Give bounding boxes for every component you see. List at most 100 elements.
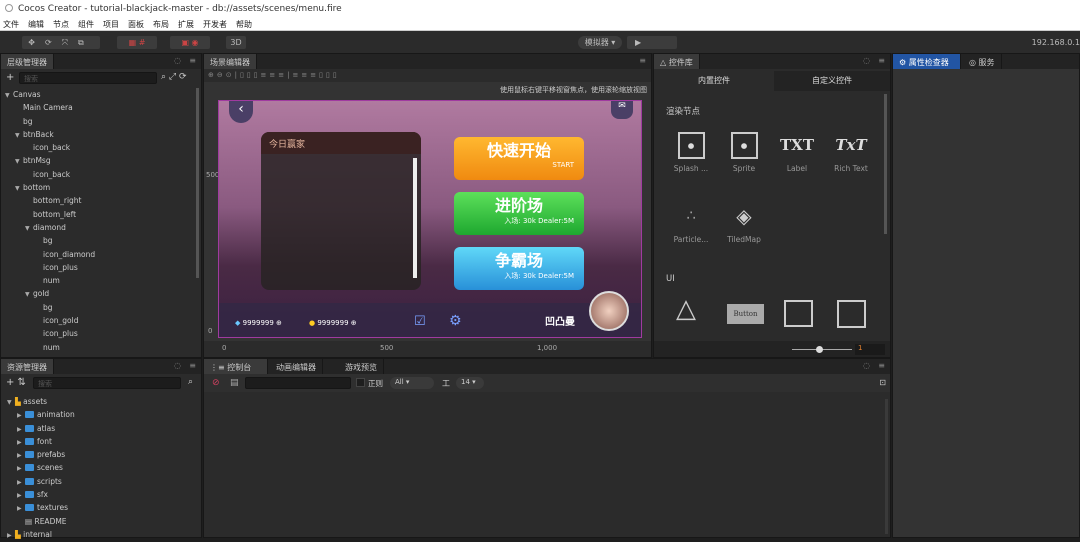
menu-layout[interactable]: 布局 [153,19,169,30]
gold-counter[interactable]: ● 9999999 ⊕ [309,319,357,327]
menu-node[interactable]: 节点 [53,19,69,30]
search-icon[interactable]: ⌕ [188,377,193,387]
tab-assets[interactable]: 资源管理器 [1,359,54,374]
font-size-select[interactable]: 14 ▾ [456,377,484,389]
refresh-icon[interactable]: ◌ [174,361,181,370]
expand-arrow-icon[interactable]: ▶ [17,462,25,475]
component-tiledmap[interactable]: ◈ TiledMap [719,197,769,244]
component-particle[interactable]: ∴ Particle... [666,197,716,244]
tab-hierarchy[interactable]: 层级管理器 [1,54,54,69]
play-button[interactable]: ▶ [627,36,677,49]
component-label[interactable]: TXT Label [772,126,822,173]
settings-gear-icon[interactable]: ⚙ [449,313,462,329]
transform-tools[interactable]: ✥⟳⤧⧉ [22,36,100,49]
diamond-counter[interactable]: ◆ 9999999 ⊕ [235,319,282,327]
gizmo-tools[interactable]: ▣ ◉ [170,36,210,49]
tab-console[interactable]: ⋮≡ 控制台 [204,359,268,374]
console-filter-input[interactable] [245,377,351,389]
tree-node[interactable]: bg [5,115,95,128]
simulator-select[interactable]: 模拟器 ▾ [578,36,622,49]
component-splash[interactable]: ● Splash ... [666,126,716,173]
advanced-room-button[interactable]: 进阶场 入场: 30k Dealer:5M [454,192,584,235]
expand-arrow-icon[interactable]: ▶ [17,502,25,515]
back-button[interactable]: ‹ [229,101,253,123]
menu-icon[interactable]: ≡ [878,361,885,370]
tasks-icon[interactable]: ☑ [414,314,426,329]
menu-icon[interactable]: ≡ [189,56,196,65]
menu-component[interactable]: 组件 [78,19,94,30]
menu-help[interactable]: 帮助 [236,19,252,30]
tab-animation-editor[interactable]: 动画编辑器 [270,359,323,374]
tree-node[interactable]: icon_plus [5,327,95,340]
scrollbar[interactable] [413,158,417,278]
menu-project[interactable]: 项目 [103,19,119,30]
tree-node[interactable]: bg [5,301,95,314]
refresh-icon[interactable]: ◌ [863,361,870,370]
search-icon[interactable]: ⌕ ⤢ ⟳ [161,72,187,82]
tab-scene[interactable]: 场景编辑器 [204,54,257,69]
tree-node[interactable]: ▼ bottom [5,181,95,194]
settings-icon[interactable]: ⊡ [879,378,886,387]
tree-node[interactable]: ▼ Canvas [5,88,95,101]
asset-item[interactable]: ▶ sfx [7,488,197,501]
scrollbar[interactable] [885,399,888,534]
menu-file[interactable]: 文件 [3,19,19,30]
expand-arrow-icon[interactable]: ▶ [17,449,25,462]
tree-node[interactable]: icon_back [5,168,95,181]
tab-builtin[interactable]: 内置控件 [654,71,774,91]
tree-node[interactable]: ▼ btnBack [5,128,95,141]
asset-item[interactable]: ▶ atlas [7,422,197,435]
scrollbar[interactable] [196,88,199,278]
tree-node[interactable]: bottom_left [5,208,95,221]
expand-arrow-icon[interactable]: ▼ [15,155,23,168]
menu-icon[interactable]: ≡ [189,361,196,370]
log-level-select[interactable]: All ▾ [390,377,434,389]
tree-node[interactable]: icon_plus [5,261,95,274]
avatar[interactable] [589,291,629,331]
tab-services[interactable]: ◎ 服务 [963,54,1002,69]
tree-node[interactable]: icon_gold [5,314,95,327]
zoom-input[interactable]: 1 [855,344,885,355]
regex-checkbox[interactable] [356,378,365,387]
scrollview-icon[interactable] [837,300,866,328]
tree-node[interactable]: bottom_right [5,194,95,207]
component-sprite[interactable]: ● Sprite [719,126,769,173]
asset-item[interactable]: ▤ README [7,515,197,528]
tree-node[interactable]: icon_diamond [5,248,95,261]
asset-item[interactable]: ▶ font [7,435,197,448]
tree-node[interactable]: Main Camera [5,101,95,114]
canvas-icon[interactable]: △ [676,294,696,324]
zoom-slider[interactable] [792,346,852,353]
pivot-tools[interactable]: ▦ # [117,36,157,49]
asset-item[interactable]: ▶ ▙ internal [7,528,197,541]
tab-component-library[interactable]: △ 控件库 [654,54,700,69]
component-rich-text[interactable]: TxT Rich Text [826,126,876,173]
expand-arrow-icon[interactable]: ▶ [17,423,25,436]
assets-search-input[interactable]: 搜索 [33,377,181,389]
asset-item[interactable]: ▶ animation [7,408,197,421]
scrollbar[interactable] [884,94,887,234]
hierarchy-search-input[interactable]: 搜索 [19,72,157,84]
tree-node[interactable]: ▼ diamond [5,221,95,234]
layout-icon[interactable] [784,300,813,327]
menu-developer[interactable]: 开发者 [203,19,227,30]
menu-extension[interactable]: 扩展 [178,19,194,30]
expand-arrow-icon[interactable]: ▼ [25,288,33,301]
refresh-icon[interactable]: ◌ [174,56,181,65]
menu-icon[interactable]: ≡ [639,56,646,65]
expand-arrow-icon[interactable]: ▶ [17,476,25,489]
expand-arrow-icon[interactable]: ▶ [17,489,25,502]
asset-item[interactable]: ▶ scenes [7,461,197,474]
tree-node[interactable]: ▼ gold [5,287,95,300]
quick-start-button[interactable]: 快速开始 START [454,137,584,180]
tree-node[interactable]: ▼ btnMsg [5,154,95,167]
toggle-3d-button[interactable]: 3D [226,36,246,49]
refresh-icon[interactable]: ◌ [863,56,870,65]
scene-zoom-align-tools[interactable]: ⊕⊖⊙|▯▯▯≡≡≡|≡≡≡▯▯▯ [204,69,651,82]
tree-node[interactable]: num [5,274,95,287]
tab-inspector[interactable]: ⚙ 属性检查器 [893,54,961,69]
game-canvas[interactable]: ‹ ✉ 今日赢家 快速开始 START 进阶场 入场: 30k Dealer:5M … [218,100,642,338]
expand-arrow-icon[interactable]: ▶ [17,436,25,449]
add-node-button[interactable]: + [6,72,14,83]
expand-arrow-icon[interactable]: ▶ [7,529,15,542]
